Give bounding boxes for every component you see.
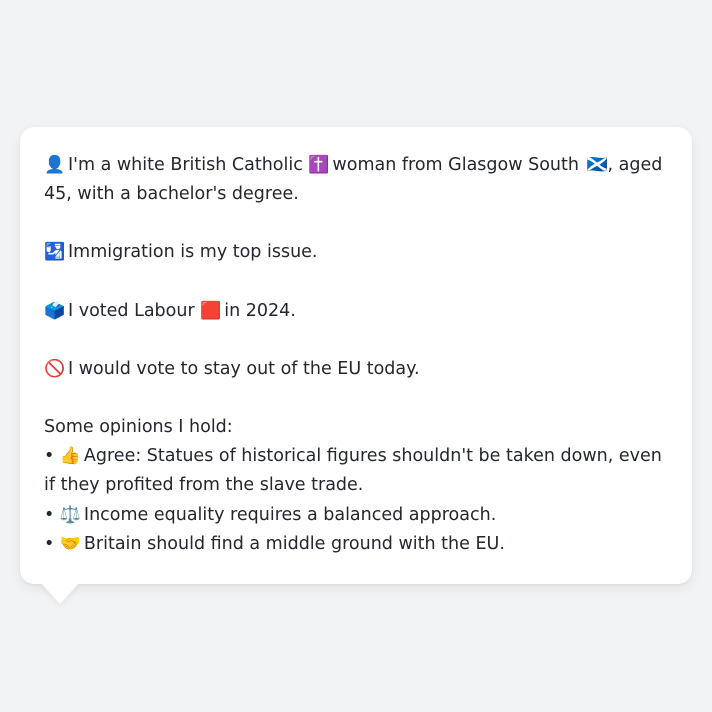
bubble-tail: [41, 583, 79, 604]
thumbs-up-icon: 👍: [59, 446, 82, 467]
passport-control-icon: 🛂: [44, 242, 66, 263]
issue-paragraph: 🛂 Immigration is my top issue.: [44, 238, 676, 267]
ballot-box-icon: 🗳️: [44, 300, 66, 321]
opinions-heading: Some opinions I hold:: [44, 417, 233, 438]
bullet: •: [44, 504, 55, 525]
eu-text: I would vote to stay out of the EU today…: [68, 358, 420, 379]
vote-paragraph: 🗳️ I voted Labour 🟥 in 2024.: [44, 297, 676, 326]
person-icon: 👤: [44, 155, 66, 175]
eu-paragraph: 🚫 I would vote to stay out of the EU toda…: [44, 355, 676, 384]
opinions-section: Some opinions I hold: • 👍 Agree: Statues …: [44, 413, 676, 559]
vote-text: I voted Labour: [68, 300, 195, 321]
opinion-item: • 👍 Agree: Statues of historical figures …: [44, 442, 676, 500]
red-square-icon: 🟥: [200, 300, 222, 321]
bullet: •: [44, 446, 55, 467]
identity-paragraph: 👤 I'm a white British Catholic ✝️ woman fr…: [44, 151, 676, 209]
bullet: •: [44, 533, 55, 554]
identity-text: I'm a white British Catholic: [68, 155, 303, 175]
opinion-text: Britain should find a middle ground with…: [83, 533, 505, 554]
vote-year-text: in 2024.: [224, 300, 296, 321]
cross-icon: ✝️: [308, 155, 330, 175]
opinion-text: Agree: Statues of historical figures sho…: [44, 446, 662, 496]
prohibited-icon: 🚫: [44, 358, 66, 379]
opinion-item: • ⚖️ Income equality requires a balanced …: [44, 501, 676, 530]
handshake-icon: 🤝: [59, 533, 82, 554]
opinion-text: Income equality requires a balanced appr…: [83, 504, 497, 525]
issue-text: Immigration is my top issue.: [68, 242, 318, 263]
scotland-flag-icon: 🏴󠁧󠁢󠁳󠁣󠁴󠁿: [586, 155, 608, 175]
persona-description: 👤 I'm a white British Catholic ✝️ woman fr…: [44, 151, 676, 559]
opinion-item: • 🤝 Britain should find a middle ground w…: [44, 530, 676, 559]
identity-location-text: woman from Glasgow South: [332, 155, 579, 175]
scales-icon: ⚖️: [59, 504, 82, 525]
